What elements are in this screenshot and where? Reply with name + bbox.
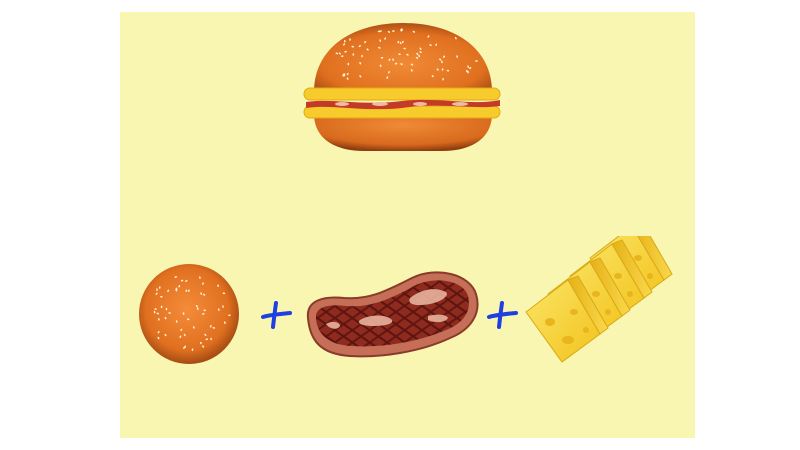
plus-sign bbox=[261, 301, 292, 329]
plus-sign bbox=[487, 301, 518, 329]
stage bbox=[0, 0, 800, 450]
sesame-seed bbox=[210, 337, 212, 341]
cheese-icon bbox=[525, 236, 673, 363]
steak-icon bbox=[306, 271, 479, 358]
bun-icon bbox=[139, 264, 239, 364]
sesame-seed bbox=[442, 77, 444, 81]
hamburger-icon bbox=[303, 23, 501, 151]
